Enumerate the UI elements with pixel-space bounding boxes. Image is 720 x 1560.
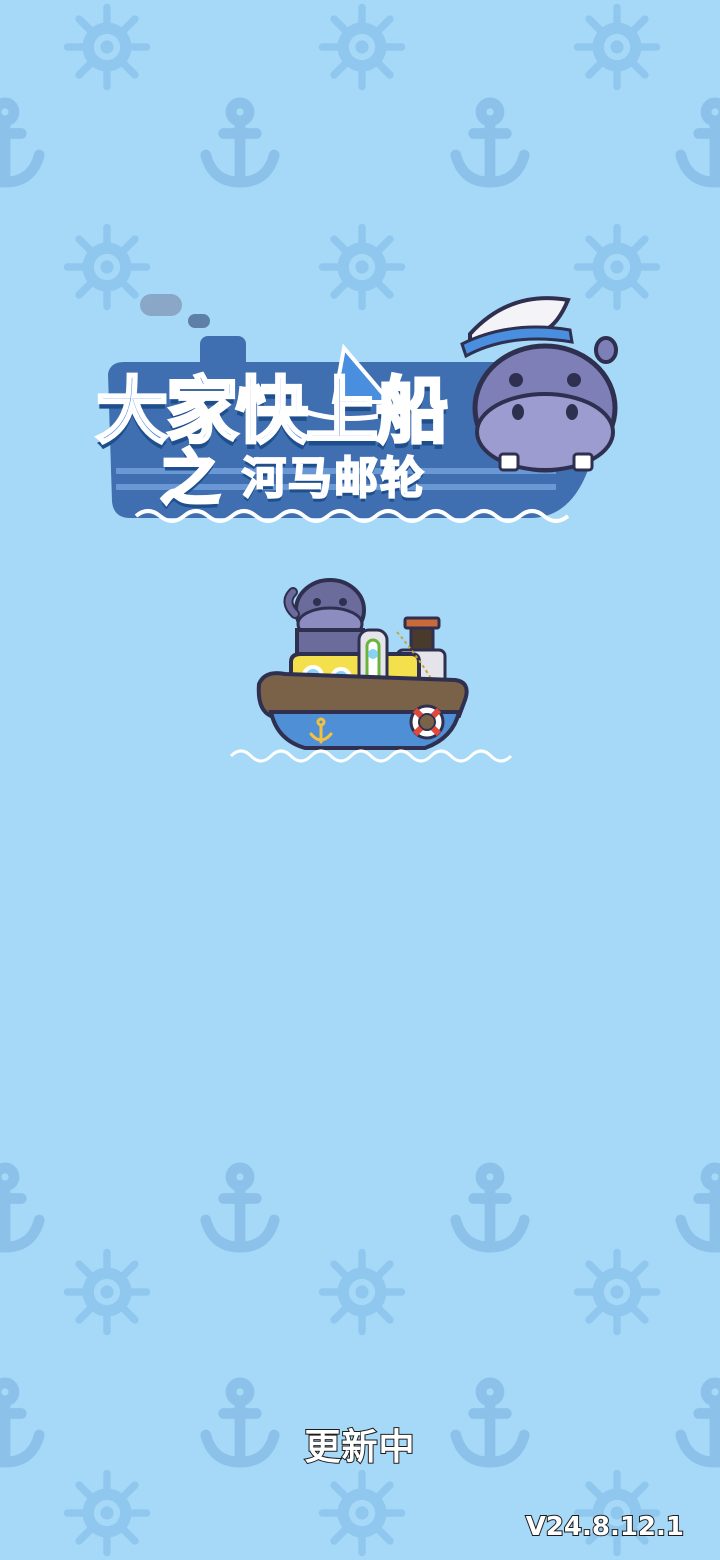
version-label: V24.8.12.1: [525, 1511, 685, 1543]
game-title-connector: 之: [159, 443, 222, 516]
ship-wheel-icon: [63, 1248, 151, 1336]
ship-wheel-icon: [318, 1248, 406, 1336]
anchor-icon: [675, 1162, 720, 1253]
ship-wheel-icon: [318, 1469, 406, 1557]
life-buoy-icon: [409, 704, 445, 740]
anchor-icon: [450, 1162, 530, 1253]
anchor-icon: [675, 97, 720, 188]
anchor-icon: [200, 97, 280, 188]
ship-wheel-icon: [63, 3, 151, 91]
anchor-icon: [0, 1162, 45, 1253]
hippo-mascot: [460, 296, 618, 473]
ship-wheel-icon: [573, 1248, 661, 1336]
game-subtitle: 河马邮轮: [241, 452, 426, 505]
game-logo: 大家快上船 之 河马邮轮: [90, 290, 650, 550]
loading-status-text: 更新中: [303, 1426, 416, 1469]
anchor-icon: [450, 97, 530, 188]
anchor-icon: [200, 1162, 280, 1253]
ship-wheel-icon: [573, 3, 661, 91]
ship-wheel-icon: [318, 3, 406, 91]
background-pattern: [0, 0, 720, 1560]
hippo-boat-illustration: [229, 578, 513, 763]
anchor-icon: [0, 97, 45, 188]
ship-wheel-icon: [63, 1469, 151, 1557]
